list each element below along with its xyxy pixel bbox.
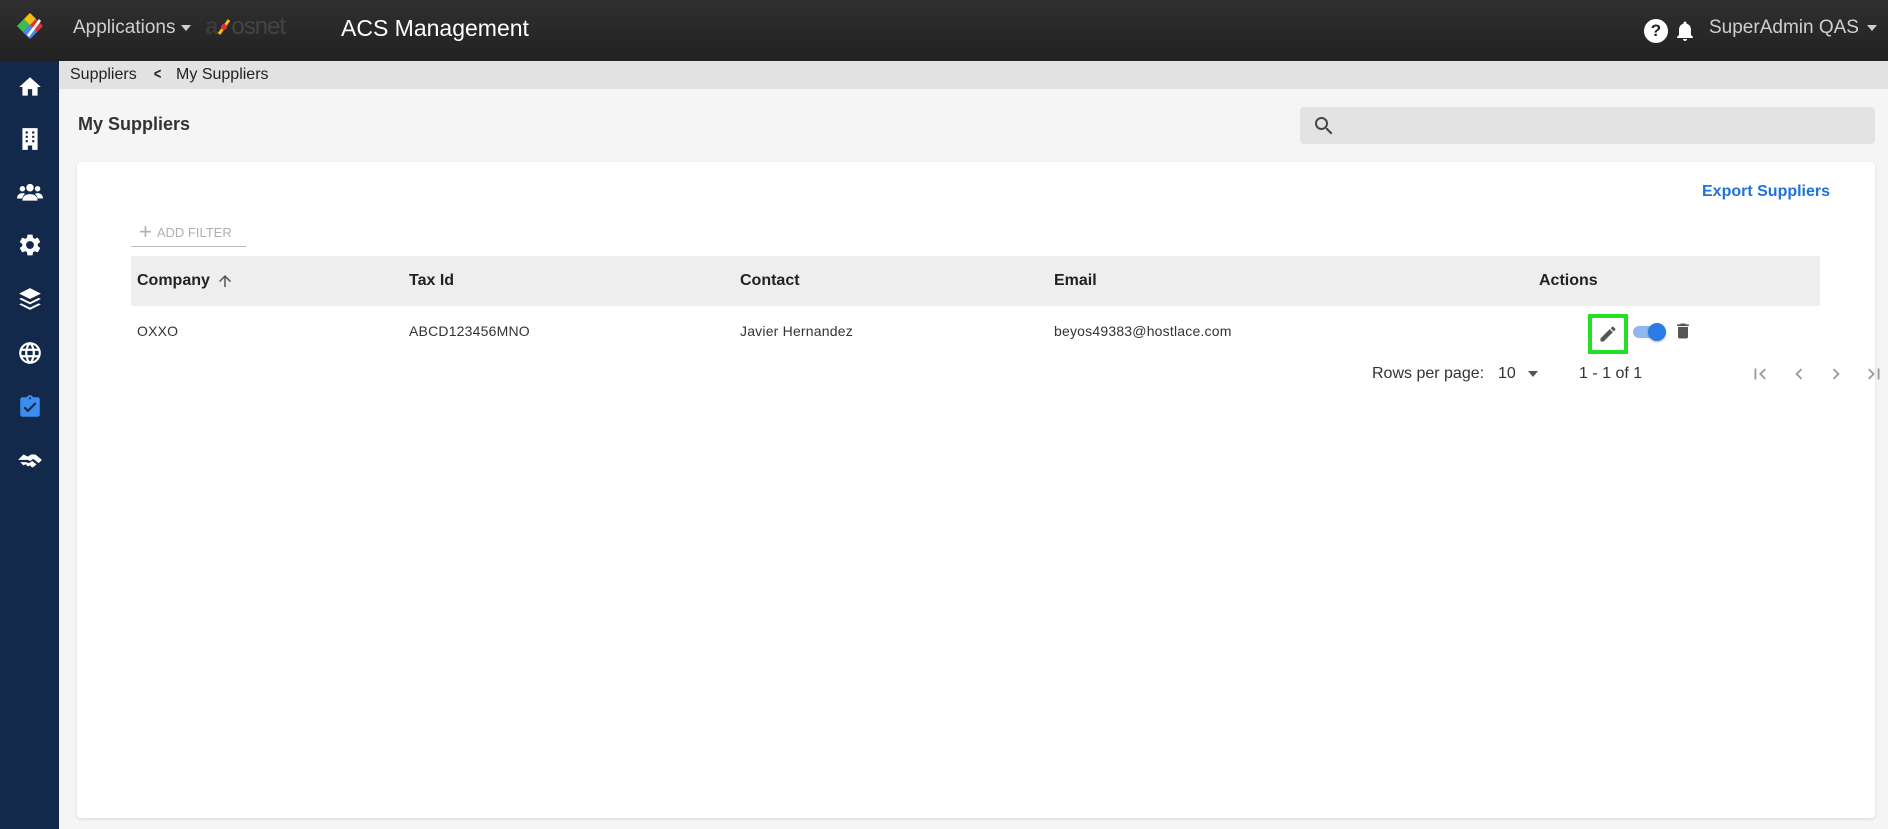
globe-icon	[18, 342, 41, 364]
cell-email: beyos49383@hostlace.com	[1054, 323, 1232, 339]
cell-company: OXXO	[137, 323, 179, 339]
bell-icon[interactable]	[1673, 18, 1697, 44]
help-icon[interactable]: ?	[1644, 19, 1668, 43]
cell-contact: Javier Hernandez	[740, 323, 853, 339]
breadcrumb: Suppliers < My Suppliers	[59, 61, 1888, 89]
export-suppliers-link[interactable]: Export Suppliers	[1702, 183, 1830, 201]
nav-item-settings[interactable]	[0, 223, 59, 267]
column-header-company[interactable]: Company	[137, 256, 234, 306]
app-logo-icon[interactable]	[17, 13, 47, 43]
brand-logo-text-b: osnet	[231, 13, 286, 40]
rows-per-page-value: 10	[1498, 365, 1516, 382]
rows-per-page-select[interactable]: 10	[1498, 365, 1538, 383]
column-header-tax-id[interactable]: Tax Id	[409, 256, 454, 306]
column-header-actions: Actions	[1539, 272, 1598, 289]
breadcrumb-my-suppliers: My Suppliers	[176, 66, 269, 83]
column-header-company-label: Company	[137, 272, 210, 289]
nav-item-layers[interactable]	[0, 277, 59, 321]
plus-icon: +	[139, 219, 152, 244]
clipboard-check-icon	[19, 395, 40, 417]
top-app-bar: Applications a osnet ACS Management ? Su…	[0, 0, 1888, 61]
applications-menu[interactable]: Applications	[73, 17, 192, 39]
chevron-left-icon: <	[153, 66, 162, 83]
cell-tax-id: ABCD123456MNO	[409, 323, 530, 339]
nav-item-home[interactable]	[0, 65, 59, 109]
pagination-range: 1 - 1 of 1	[1579, 365, 1643, 382]
layers-icon	[18, 288, 41, 310]
nav-item-globe[interactable]	[0, 331, 59, 375]
table-header: Company Tax Id Contact Email Actions	[131, 256, 1820, 306]
first-page-icon	[1754, 368, 1766, 380]
brand-logo-text-a: a	[205, 13, 218, 40]
applications-label: Applications	[73, 17, 176, 38]
page-title: My Suppliers	[78, 114, 191, 134]
nav-item-suppliers[interactable]	[0, 385, 59, 429]
user-name: SuperAdmin QAS	[1709, 17, 1859, 38]
search-icon	[1315, 116, 1333, 134]
caret-down-icon	[1866, 25, 1877, 31]
brand-spark-icon	[218, 19, 231, 35]
chevron-right-icon	[1832, 368, 1840, 380]
edit-button[interactable]	[1588, 314, 1628, 354]
rows-per-page-label: Rows per page:	[1372, 365, 1485, 382]
delete-button[interactable]	[1671, 319, 1695, 343]
caret-down-icon	[181, 25, 192, 31]
building-icon	[21, 128, 38, 150]
table-row: OXXO ABCD123456MNO Javier Hernandez beyo…	[131, 306, 1820, 356]
home-icon	[18, 77, 41, 96]
column-header-contact[interactable]: Contact	[740, 256, 800, 306]
add-filter-label: ADD FILTER	[156, 224, 232, 240]
next-page-button[interactable]	[1823, 361, 1849, 387]
suppliers-card: Export Suppliers + ADD FILTER Company Ta…	[77, 162, 1880, 818]
handshake-icon	[17, 454, 42, 468]
nav-item-partners[interactable]	[0, 439, 59, 483]
caret-down-icon	[1527, 371, 1538, 377]
last-page-icon	[1868, 368, 1880, 380]
last-page-button[interactable]	[1861, 361, 1887, 387]
gear-icon	[19, 234, 40, 256]
column-header-email[interactable]: Email	[1054, 256, 1097, 306]
active-toggle[interactable]	[1633, 323, 1666, 341]
add-filter-button[interactable]: + ADD FILTER	[131, 218, 246, 247]
breadcrumb-suppliers[interactable]: Suppliers	[70, 66, 137, 84]
first-page-button[interactable]	[1747, 361, 1773, 387]
search-box[interactable]	[1300, 107, 1875, 144]
app-title: ACS Management	[341, 15, 529, 41]
users-icon	[16, 183, 43, 201]
trash-icon	[1677, 323, 1689, 339]
brand-logo: a osnet	[205, 12, 286, 42]
nav-item-users[interactable]	[0, 170, 59, 214]
search-input[interactable]	[1346, 117, 1846, 134]
side-navigation	[0, 61, 59, 829]
arrow-up-icon	[218, 275, 231, 287]
chevron-left-icon	[1795, 368, 1803, 380]
pencil-icon	[1600, 326, 1616, 342]
nav-item-buildings[interactable]	[0, 117, 59, 161]
previous-page-button[interactable]	[1786, 361, 1812, 387]
toggle-knob	[1648, 323, 1666, 341]
user-menu[interactable]: SuperAdmin QAS	[1709, 17, 1877, 39]
